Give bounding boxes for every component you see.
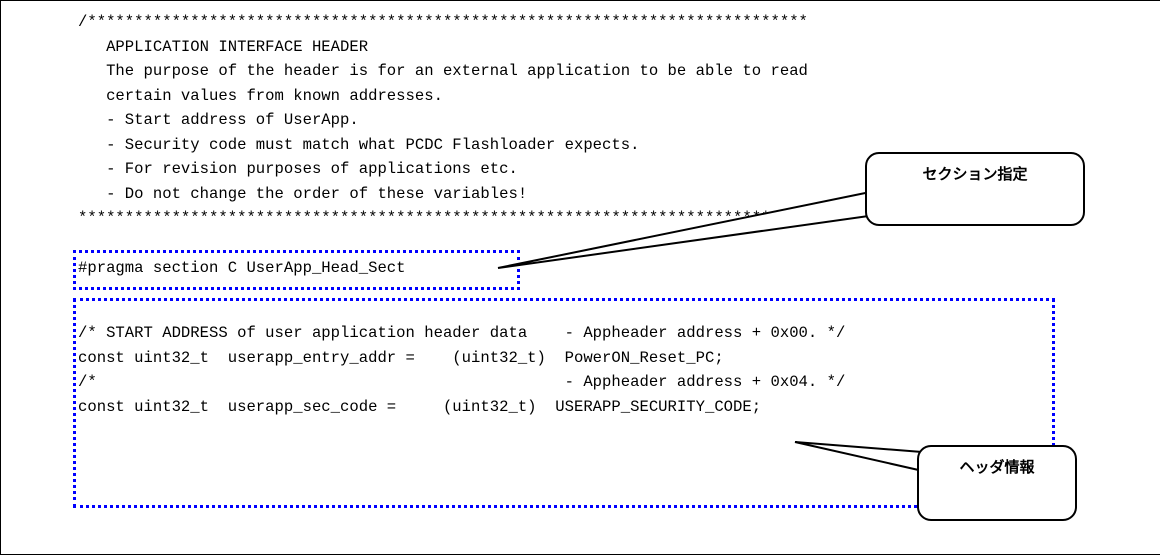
section-callout-pointer bbox=[497, 188, 892, 269]
header-info-callout: ヘッダ情報 bbox=[917, 445, 1077, 521]
section-callout-label: セクション指定 bbox=[922, 165, 1028, 183]
header-info-callout-label: ヘッダ情報 bbox=[959, 458, 1035, 476]
section-callout: セクション指定 bbox=[865, 152, 1085, 226]
